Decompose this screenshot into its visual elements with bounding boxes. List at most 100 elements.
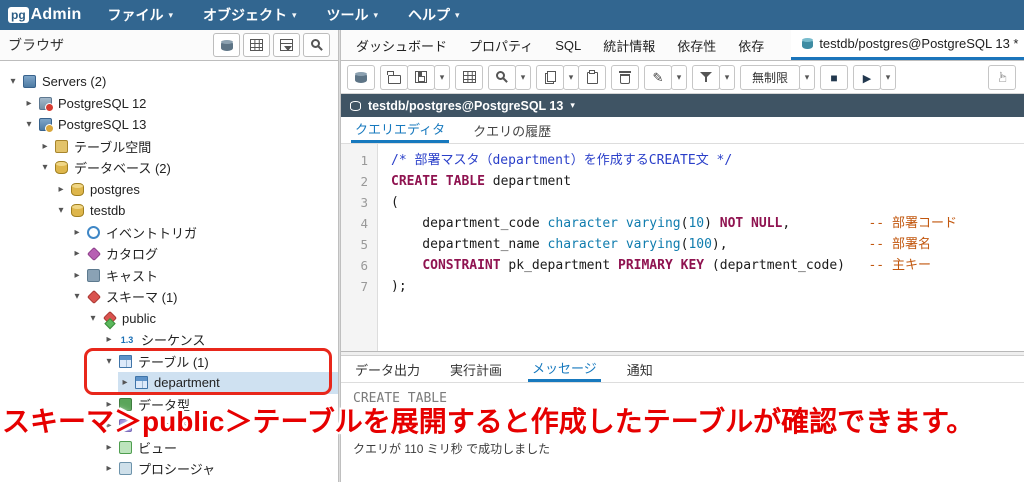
- pgadmin-logo: pg Admin: [8, 6, 81, 24]
- chevron-down-icon[interactable]: ▾: [54, 205, 68, 216]
- main-tab-2[interactable]: SQL: [544, 30, 592, 60]
- main-tab-1[interactable]: プロパティ: [458, 30, 544, 60]
- messages-panel: CREATE TABLE クエリが 110 ミリ秒 で成功しました: [341, 383, 1024, 482]
- hand-icon: [995, 70, 1009, 84]
- tab-query-history[interactable]: クエリの履歴: [469, 117, 555, 143]
- tree-item-tables[interactable]: ▾ テーブル (1): [0, 351, 338, 373]
- chevron-right-icon[interactable]: ▸: [22, 98, 36, 109]
- execute-button[interactable]: [853, 64, 882, 90]
- filter-button[interactable]: [692, 64, 720, 90]
- chevron-right-icon[interactable]: ▸: [102, 420, 116, 431]
- cylinder-icon: [220, 40, 233, 51]
- row-limit-select-caret[interactable]: ▾: [799, 64, 816, 90]
- tree-item-server-on[interactable]: ▾ PostgreSQL 13: [0, 114, 338, 136]
- filtered-rows-button[interactable]: [273, 33, 300, 57]
- save-button-caret[interactable]: ▾: [434, 64, 450, 90]
- tree-item-catalog[interactable]: ▸ カタログ: [0, 243, 338, 265]
- macros-button[interactable]: [347, 64, 375, 90]
- find-button[interactable]: [488, 64, 516, 90]
- sql-editor[interactable]: 1 2 3 4 5 6 7 /* 部署マスタ（department）を作成するCREATE文…: [341, 144, 1024, 351]
- chevron-down-icon[interactable]: ▾: [102, 356, 116, 367]
- paste-button[interactable]: [578, 64, 606, 90]
- tree-item-sequence[interactable]: ▸ 1.3 シーケンス: [0, 329, 338, 351]
- chevron-down-icon[interactable]: ▾: [38, 162, 52, 173]
- output-tab-1[interactable]: 実行計画: [446, 356, 506, 382]
- find-button-caret[interactable]: ▾: [515, 64, 531, 90]
- tree-item-cast[interactable]: ▸ キャスト: [0, 265, 338, 287]
- toolbar-group: [611, 64, 639, 90]
- search-objects-button[interactable]: [303, 33, 330, 57]
- tree-item-event-trigger[interactable]: ▸ イベントトリガ: [0, 222, 338, 244]
- tree-item-database[interactable]: ▸ postgres: [0, 179, 338, 201]
- connection-selector[interactable]: testdb/postgres@PostgreSQL 13 ▾: [341, 94, 1024, 117]
- tree-item-databases[interactable]: ▾ データベース (2): [0, 157, 338, 179]
- code-area[interactable]: /* 部署マスタ（department）を作成するCREATE文 */ CREAT…: [378, 144, 1024, 351]
- pgadmin-window: pgAdmin ファイル オブジェクト ツール ヘルプ ブラウザ ▾ Servers (…: [0, 0, 1024, 482]
- chevron-right-icon[interactable]: ▸: [38, 141, 52, 152]
- edit-button-caret[interactable]: ▾: [671, 64, 687, 90]
- chevron-down-icon[interactable]: ▾: [22, 119, 36, 130]
- output-tab-2[interactable]: メッセージ: [528, 356, 601, 382]
- row-limit-select[interactable]: 無制限: [740, 64, 801, 90]
- tree-item-views[interactable]: ▸ ビュー: [0, 437, 338, 459]
- tree-item-tablespace[interactable]: ▸ テーブル空間: [0, 136, 338, 158]
- chevron-right-icon[interactable]: ▸: [102, 399, 116, 410]
- copy-icon: [544, 70, 556, 84]
- menu-help[interactable]: ヘルプ: [408, 5, 460, 25]
- chevron-right-icon[interactable]: ▸: [70, 270, 84, 281]
- main-tab-3[interactable]: 統計情報: [592, 30, 666, 60]
- tree-item-procedures[interactable]: ▸ プロシージャ: [0, 458, 338, 480]
- tab-query-editor[interactable]: クエリエディタ: [351, 117, 450, 143]
- folder-icon: [387, 71, 401, 84]
- edit-grid-button[interactable]: [455, 64, 483, 90]
- open-file-button[interactable]: [380, 64, 408, 90]
- tree-item-trigger-fn[interactable]: ▸ トリガ関数: [0, 415, 338, 437]
- tree-item-label: データベース (2): [74, 161, 171, 177]
- tree-item-database[interactable]: ▾ testdb: [0, 200, 338, 222]
- chevron-right-icon[interactable]: ▸: [102, 442, 116, 453]
- query-status-text: クエリが 110 ミリ秒 で成功しました: [353, 442, 551, 456]
- chevron-down-icon[interactable]: ▾: [6, 76, 20, 87]
- filter-button-caret[interactable]: ▾: [719, 64, 735, 90]
- search-icon: [310, 39, 320, 48]
- procedures-icon: [119, 462, 132, 476]
- chevron-down-icon[interactable]: ▾: [86, 313, 100, 324]
- menu-file[interactable]: ファイル: [107, 5, 173, 25]
- tree-item-schema[interactable]: ▾ public: [0, 308, 338, 330]
- tree-item-server-off[interactable]: ▸ PostgreSQL 12: [0, 93, 338, 115]
- chevron-right-icon[interactable]: ▸: [102, 463, 116, 474]
- save-button[interactable]: [407, 64, 435, 90]
- chevron-right-icon[interactable]: ▸: [118, 377, 132, 388]
- toolbar-group: ▾: [536, 64, 606, 90]
- query-result-text: CREATE TABLE: [353, 391, 447, 406]
- output-tab-0[interactable]: データ出力: [351, 356, 424, 382]
- chevron-right-icon[interactable]: ▸: [70, 227, 84, 238]
- chevron-down-icon[interactable]: ▾: [70, 291, 84, 302]
- chevron-right-icon[interactable]: ▸: [54, 184, 68, 195]
- main-area: ブラウザ ▾ Servers (2) ▸ PostgreSQL 12 ▾ PostgreS…: [0, 30, 1024, 482]
- cancel-query-button[interactable]: [820, 64, 849, 90]
- tree-item-types[interactable]: ▸ データ型: [0, 394, 338, 416]
- tree-item-schemas[interactable]: ▾ スキーマ (1): [0, 286, 338, 308]
- copy-button-caret[interactable]: ▾: [563, 64, 579, 90]
- output-tab-3[interactable]: 通知: [623, 356, 657, 382]
- tree-item-servers[interactable]: ▾ Servers (2): [0, 71, 338, 93]
- main-tab-0[interactable]: ダッシュボード: [345, 30, 458, 60]
- menu-tools[interactable]: ツール: [327, 5, 379, 25]
- menu-object[interactable]: オブジェクト: [203, 5, 297, 25]
- main-tab-5[interactable]: 依存: [727, 30, 775, 60]
- main-tab-4[interactable]: 依存性: [666, 30, 727, 60]
- edit-button[interactable]: [644, 64, 672, 90]
- tree-item-label: トリガ関数: [138, 419, 204, 435]
- quick-server-button[interactable]: [213, 33, 240, 57]
- copy-button[interactable]: [536, 64, 564, 90]
- delete-button[interactable]: [611, 64, 639, 90]
- chevron-right-icon[interactable]: ▸: [102, 334, 116, 345]
- execute-button-caret[interactable]: ▾: [880, 64, 897, 90]
- object-grid-button[interactable]: [243, 33, 270, 57]
- database-icon: [71, 182, 84, 196]
- tree-item-table[interactable]: ▸ department: [0, 372, 338, 394]
- pointer-mode-button[interactable]: [988, 64, 1016, 90]
- chevron-right-icon[interactable]: ▸: [70, 248, 84, 259]
- tab-query-tool[interactable]: testdb/postgres@PostgreSQL 13 *: [791, 30, 1024, 60]
